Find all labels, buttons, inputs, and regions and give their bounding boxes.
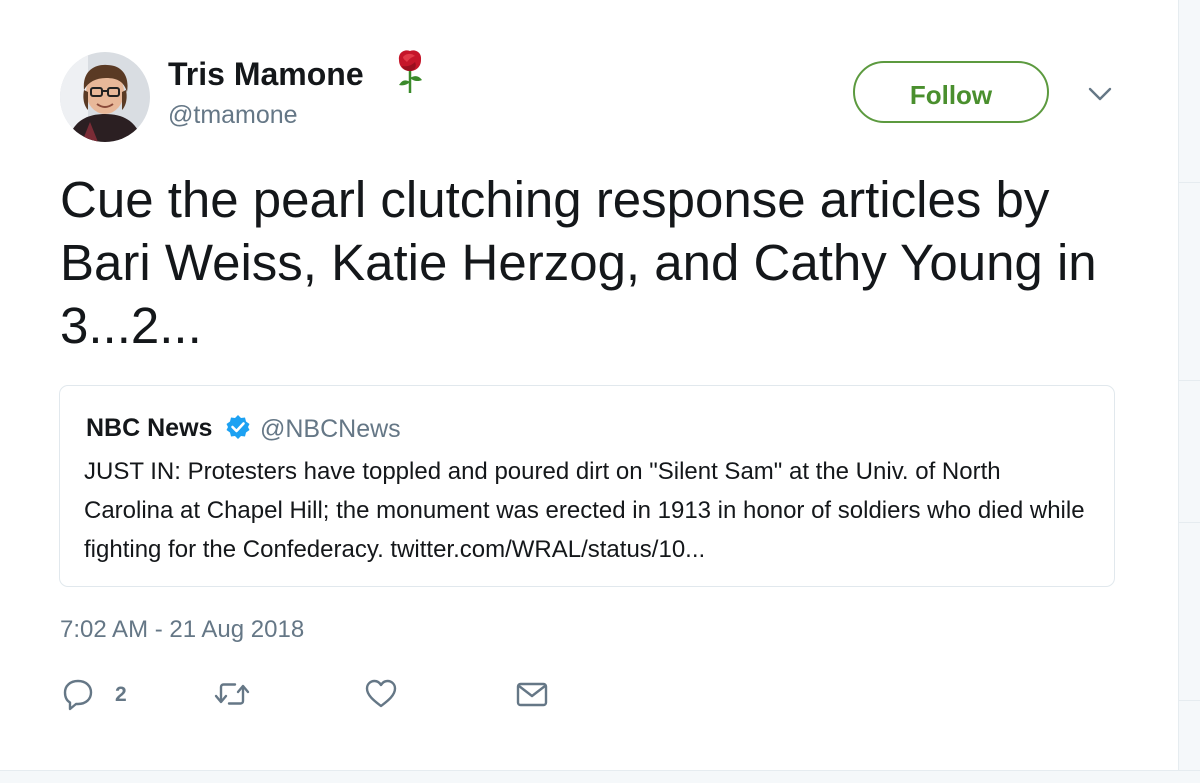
reply-button[interactable] — [62, 677, 94, 711]
quoted-tweet-card[interactable]: NBC News @NBCNews JUST IN: Protesters ha… — [59, 385, 1115, 587]
retweet-icon — [214, 683, 250, 705]
author-handle[interactable]: @tmamone — [168, 101, 298, 130]
direct-message-button[interactable] — [515, 677, 549, 711]
quoted-tweet-text: JUST IN: Protesters have toppled and pou… — [84, 458, 1085, 563]
divider — [1179, 522, 1200, 523]
quoted-author-handle: @NBCNews — [260, 415, 401, 443]
divider — [1179, 182, 1200, 183]
reply-count: 2 — [115, 683, 127, 706]
bottom-panel-edge — [0, 770, 1200, 783]
follow-button[interactable]: Follow — [853, 61, 1049, 123]
envelope-icon — [516, 682, 548, 707]
reply-icon — [63, 679, 93, 711]
divider — [1179, 700, 1200, 701]
author-name[interactable]: Tris Mamone — [168, 56, 364, 93]
adjacent-panel-edge — [1178, 0, 1200, 770]
quoted-author-name: NBC News — [86, 414, 213, 442]
chevron-down-icon[interactable] — [1087, 84, 1113, 104]
verified-badge-icon — [226, 415, 250, 439]
tweet-timestamp[interactable]: 7:02 AM - 21 Aug 2018 — [60, 616, 304, 644]
divider — [1179, 380, 1200, 381]
retweet-button[interactable] — [213, 677, 251, 711]
like-button[interactable] — [364, 677, 398, 711]
tweet-page: Tris Mamone @tmamone Follow Cue the pear… — [0, 0, 1200, 783]
rose-icon — [398, 50, 422, 93]
tweet-text: Cue the pearl clutching response article… — [60, 171, 1097, 354]
author-avatar[interactable] — [60, 52, 150, 142]
heart-icon — [365, 679, 397, 708]
